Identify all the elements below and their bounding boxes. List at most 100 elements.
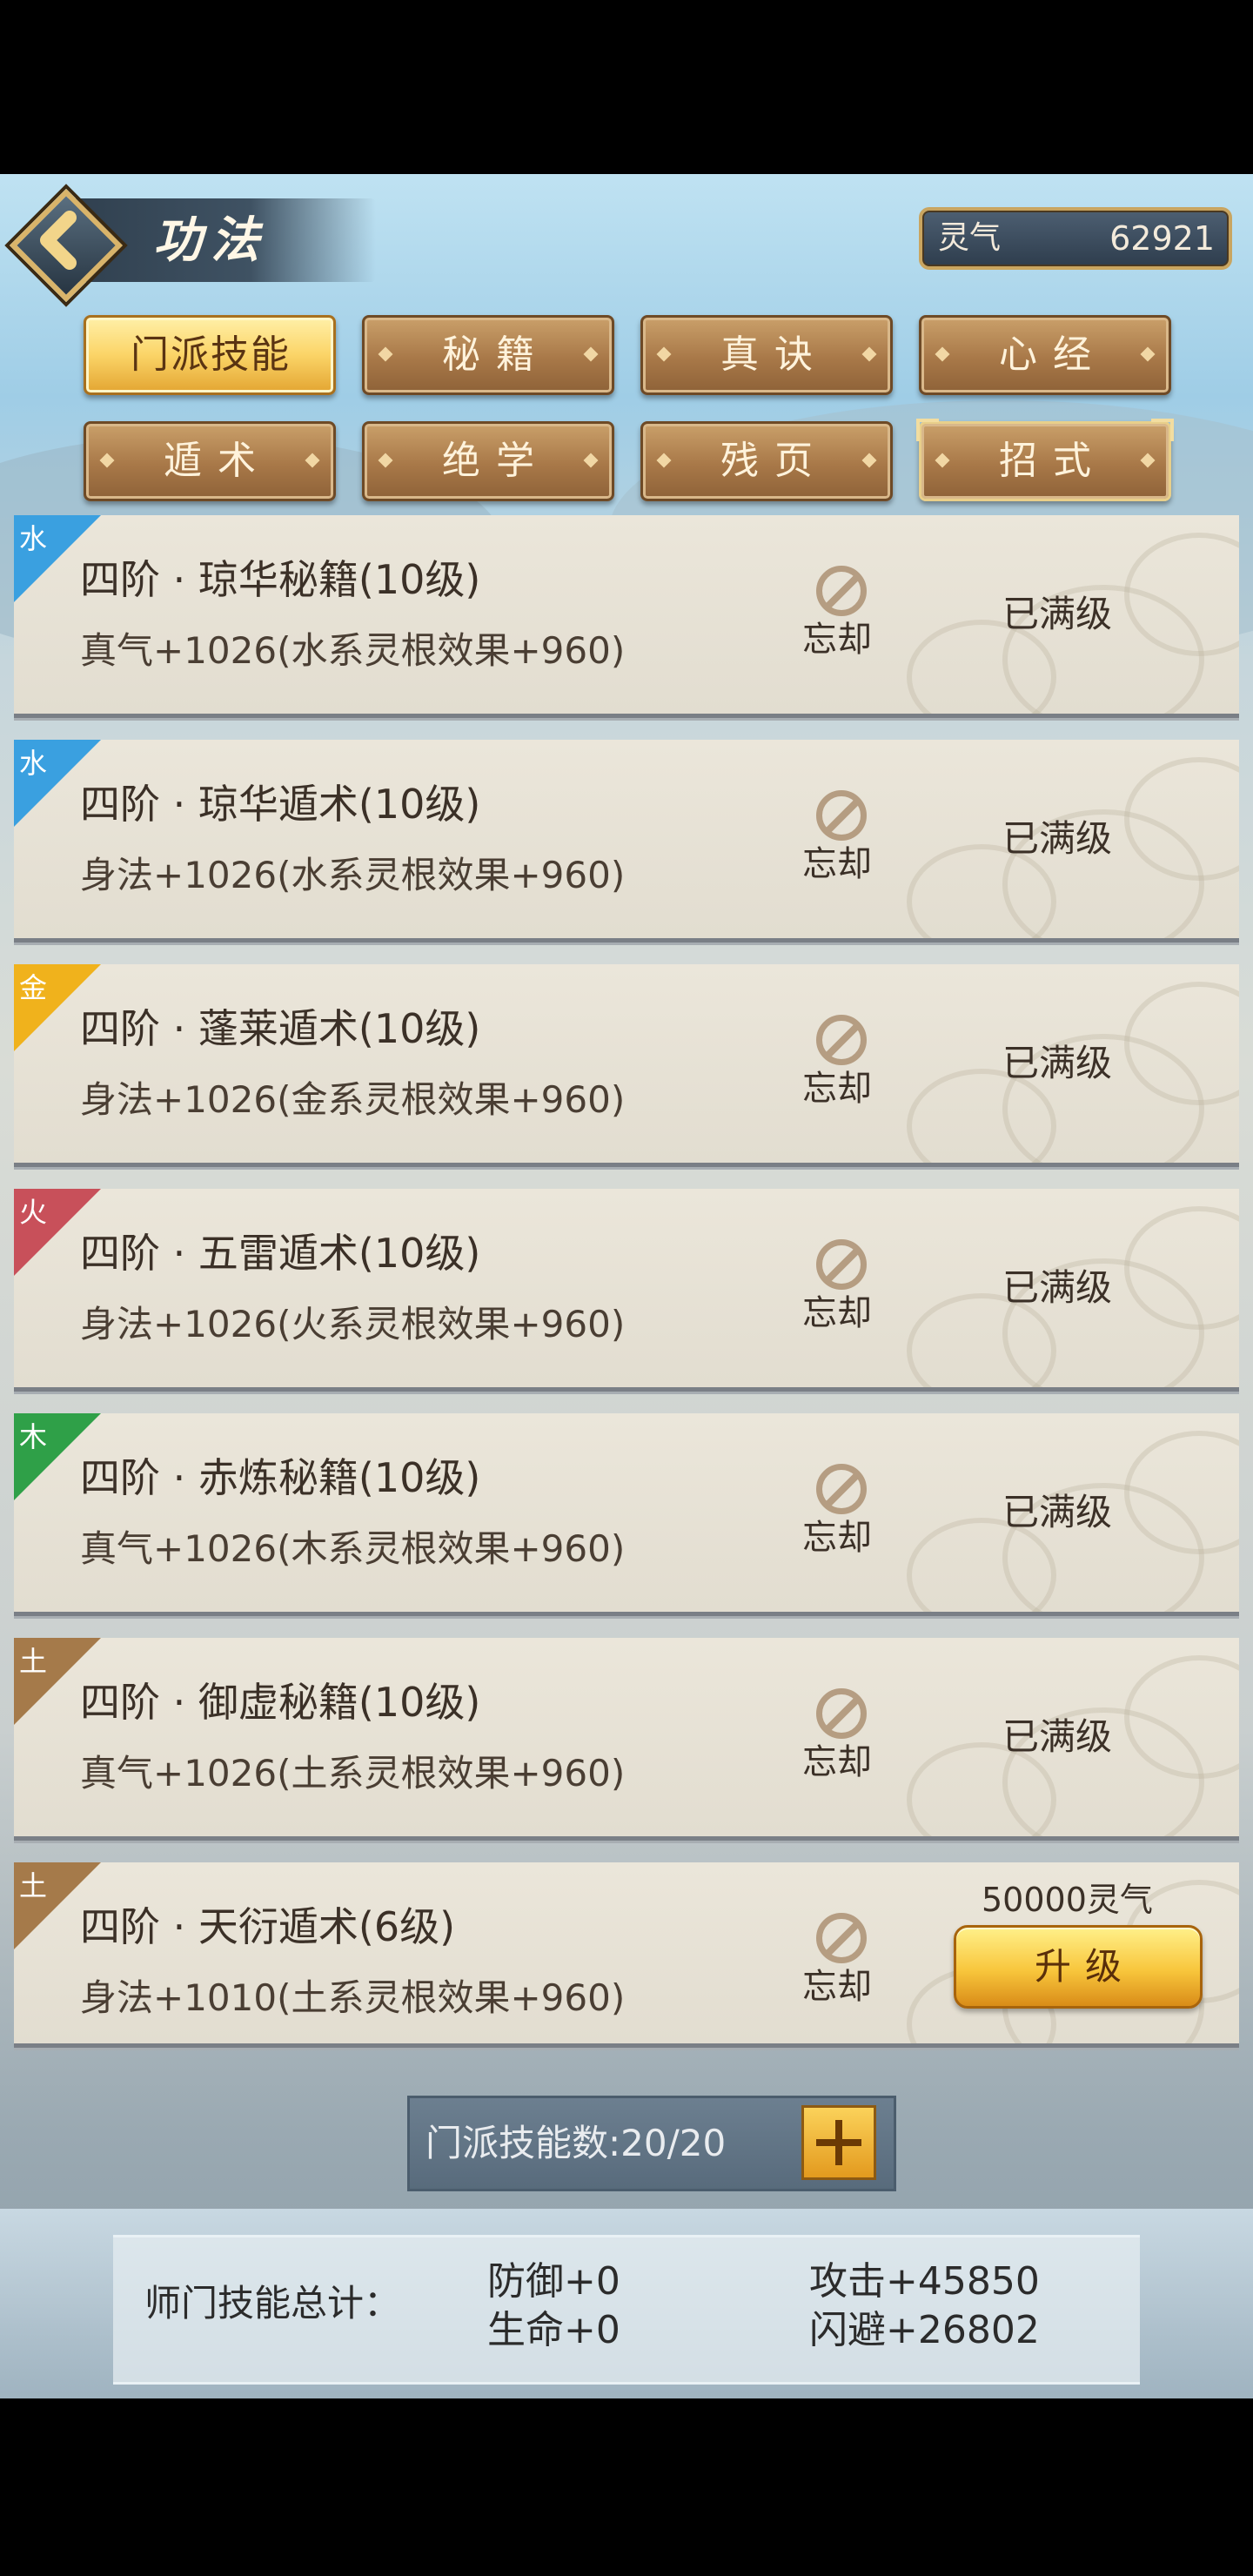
stat-attack: 攻击+45850 xyxy=(809,2259,1040,2304)
skill-name: 四阶 · 五雷遁术(10级) xyxy=(80,1230,481,1277)
spirit-qi-balance: 灵气 62921 xyxy=(919,207,1232,270)
tab-escape-arts[interactable]: 遁术 xyxy=(84,421,336,501)
forbidden-icon xyxy=(816,1015,867,1065)
skill-name: 四阶 · 御虚秘籍(10级) xyxy=(80,1679,481,1726)
skill-count: 门派技能数:20/20 xyxy=(425,2122,727,2164)
forget-button[interactable]: 忘却 xyxy=(790,1688,900,1793)
forget-label: 忘却 xyxy=(802,1293,872,1333)
tab-ornament xyxy=(861,346,877,362)
tab-ornament xyxy=(861,453,877,468)
stat-dodge: 闪避+26802 xyxy=(809,2308,1040,2352)
forget-button[interactable]: 忘却 xyxy=(790,790,900,895)
tab-ornament xyxy=(656,346,672,362)
element-tag: 土 xyxy=(19,1645,48,1678)
tab-ornament xyxy=(583,346,599,362)
forget-label: 忘却 xyxy=(802,620,872,660)
element-tag: 水 xyxy=(19,747,48,780)
forbidden-icon xyxy=(816,1688,867,1739)
skill-name: 四阶 · 琼华遁术(10级) xyxy=(80,781,481,828)
skill-card: 水四阶 · 琼华遁术(10级) 身法+1026(水系灵根效果+960) 忘却 已满级 xyxy=(14,740,1239,943)
tab-secret-books[interactable]: 秘籍 xyxy=(362,315,614,395)
tab-ornament xyxy=(99,453,115,468)
skill-summary: 师门技能总计： 防御+0 生命+0 攻击+45850 闪避+26802 xyxy=(113,2235,1140,2385)
tab-ultimate-arts[interactable]: 绝学 xyxy=(362,421,614,501)
currency-value: 62921 xyxy=(1109,219,1215,258)
stat-defense: 防御+0 xyxy=(487,2259,620,2304)
upgrade-cost: 50000灵气 xyxy=(982,1881,1153,1919)
tab-moves[interactable]: 招式 xyxy=(916,419,1174,501)
tab-ornament xyxy=(305,453,320,468)
skill-effect: 真气+1026(木系灵根效果+960) xyxy=(80,1527,626,1570)
forbidden-icon xyxy=(816,1913,867,1963)
max-level-status: 已满级 xyxy=(1002,1715,1113,1758)
chevron-left-icon xyxy=(40,211,77,270)
tab-ornament xyxy=(378,453,393,468)
forget-button[interactable]: 忘却 xyxy=(790,1239,900,1344)
forget-button[interactable]: 忘却 xyxy=(790,1464,900,1568)
skill-card: 土四阶 · 御虚秘籍(10级) 真气+1026(土系灵根效果+960) 忘却 已满级 xyxy=(14,1638,1239,1841)
skill-card: 金四阶 · 蓬莱遁术(10级) 身法+1026(金系灵根效果+960) 忘却 已满级 xyxy=(14,964,1239,1167)
skill-card: 土四阶 · 天衍遁术(6级) 身法+1010(土系灵根效果+960) 忘却 50000… xyxy=(14,1862,1239,2048)
max-level-status: 已满级 xyxy=(1002,593,1113,635)
skill-effect: 身法+1026(火系灵根效果+960) xyxy=(80,1303,626,1345)
skills-screen: 功法 灵气 62921 门派技能 秘籍 真诀 心经 遁术 绝学 残页 招式 水四… xyxy=(0,174,1253,2398)
skill-effect: 身法+1010(土系灵根效果+960) xyxy=(80,1976,626,2019)
skill-card: 火四阶 · 五雷遁术(10级) 身法+1026(火系灵根效果+960) 忘却 已满级 xyxy=(14,1189,1239,1392)
forget-button[interactable]: 忘却 xyxy=(790,1913,900,2017)
forget-label: 忘却 xyxy=(802,844,872,884)
add-slot-button[interactable] xyxy=(801,2105,876,2180)
tab-label: 秘籍 xyxy=(442,332,550,377)
forget-label: 忘却 xyxy=(802,1967,872,2007)
tab-fragments[interactable]: 残页 xyxy=(640,421,893,501)
page-title: 功法 xyxy=(153,211,268,269)
skill-name: 四阶 · 天衍遁术(6级) xyxy=(80,1903,456,1950)
forget-button[interactable]: 忘却 xyxy=(790,566,900,670)
summary-title: 师门技能总计： xyxy=(144,2282,401,2324)
forbidden-icon xyxy=(816,1239,867,1290)
tab-ornament xyxy=(378,346,393,362)
upgrade-button[interactable]: 升级 xyxy=(954,1925,1203,2009)
element-tag: 木 xyxy=(19,1420,48,1453)
tab-label: 遁术 xyxy=(164,439,271,483)
element-tag: 水 xyxy=(19,522,48,555)
skill-effect: 身法+1026(金系灵根效果+960) xyxy=(80,1078,626,1121)
tab-ornament xyxy=(583,453,599,468)
forget-label: 忘却 xyxy=(802,1069,872,1109)
forbidden-icon xyxy=(816,1464,867,1514)
currency-label: 灵气 xyxy=(938,220,1002,256)
element-tag: 火 xyxy=(19,1196,48,1229)
tab-ornament xyxy=(935,346,950,362)
tab-label: 绝学 xyxy=(442,439,550,483)
tab-label: 真诀 xyxy=(720,332,828,377)
tab-label: 招式 xyxy=(999,439,1107,483)
max-level-status: 已满级 xyxy=(1002,1042,1113,1084)
tab-label: 心经 xyxy=(999,332,1107,377)
back-button[interactable] xyxy=(9,188,124,303)
stat-hp: 生命+0 xyxy=(487,2308,620,2352)
skill-effect: 身法+1026(水系灵根效果+960) xyxy=(80,854,626,896)
tab-ornament xyxy=(1140,346,1156,362)
tab-ornament xyxy=(1140,453,1156,468)
skill-effect: 真气+1026(土系灵根效果+960) xyxy=(80,1752,626,1794)
tab-label: 残页 xyxy=(720,439,828,483)
skill-count-panel: 门派技能数:20/20 xyxy=(407,2096,896,2191)
forget-label: 忘却 xyxy=(802,1742,872,1782)
skill-name: 四阶 · 琼华秘籍(10级) xyxy=(80,556,481,603)
forbidden-icon xyxy=(816,790,867,841)
forbidden-icon xyxy=(816,566,867,616)
skill-list[interactable]: 水四阶 · 琼华秘籍(10级) 真气+1026(水系灵根效果+960) 忘却 已满级水… xyxy=(0,515,1253,2249)
skill-name: 四阶 · 蓬莱遁术(10级) xyxy=(80,1005,481,1052)
skill-effect: 真气+1026(水系灵根效果+960) xyxy=(80,629,626,672)
tab-ornament xyxy=(935,453,950,468)
tab-heart-sutra[interactable]: 心经 xyxy=(919,315,1171,395)
skill-card: 水四阶 · 琼华秘籍(10级) 真气+1026(水系灵根效果+960) 忘却 已满级 xyxy=(14,515,1239,718)
element-tag: 金 xyxy=(19,971,48,1004)
tab-label: 门派技能 xyxy=(131,332,291,377)
forget-button[interactable]: 忘却 xyxy=(790,1015,900,1119)
forget-label: 忘却 xyxy=(802,1518,872,1558)
tab-sect-skills[interactable]: 门派技能 xyxy=(84,315,336,395)
max-level-status: 已满级 xyxy=(1002,1491,1113,1533)
tab-true-formula[interactable]: 真诀 xyxy=(640,315,893,395)
max-level-status: 已满级 xyxy=(1002,817,1113,860)
skill-card: 木四阶 · 赤炼秘籍(10级) 真气+1026(木系灵根效果+960) 忘却 已满级 xyxy=(14,1413,1239,1616)
